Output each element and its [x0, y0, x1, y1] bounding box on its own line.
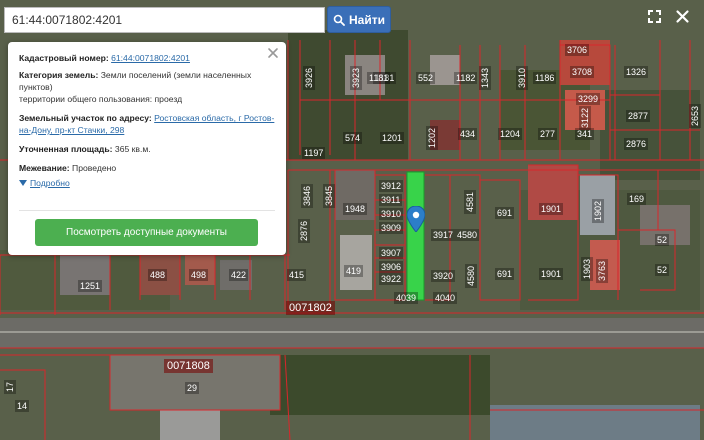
plot-label[interactable]: 4580: [465, 263, 478, 289]
plot-label[interactable]: 1948: [343, 203, 368, 215]
plot-label[interactable]: 498: [189, 269, 209, 281]
details-toggle[interactable]: Подробно: [19, 177, 275, 189]
plot-label[interactable]: 52: [655, 234, 670, 246]
plot-label[interactable]: 3909: [379, 222, 404, 234]
cadastral-number-label: Кадастровый номер:: [19, 53, 109, 63]
area-value: 365 кв.м.: [114, 144, 151, 154]
plot-label[interactable]: 3910: [516, 65, 529, 91]
quarter-label: 0071802: [286, 301, 335, 315]
plot-label[interactable]: 17: [4, 379, 17, 395]
plot-label[interactable]: 1202: [426, 125, 439, 151]
cadastral-number-row: Кадастровый номер: 61:44:0071802:4201: [19, 52, 275, 64]
plot-label[interactable]: 3763: [596, 258, 609, 284]
plot-label[interactable]: 14: [15, 400, 30, 412]
plot-label[interactable]: 1197: [302, 147, 326, 159]
search-button[interactable]: Найти: [327, 6, 391, 33]
land-category-label: Категория земель:: [19, 70, 99, 80]
search-icon: [333, 14, 345, 26]
close-map-button[interactable]: [675, 9, 690, 24]
plot-label[interactable]: 4040: [433, 292, 458, 304]
plot-label[interactable]: 419: [344, 265, 364, 277]
plot-label[interactable]: 3911: [379, 194, 403, 206]
plot-label[interactable]: 1201: [380, 132, 405, 144]
panel-divider: [19, 210, 275, 211]
plot-label[interactable]: 3846: [301, 183, 314, 209]
plot-label[interactable]: 3122: [579, 105, 592, 131]
plot-label[interactable]: 434: [458, 128, 478, 140]
plot-label[interactable]: 1903: [581, 256, 594, 282]
map-marker-icon[interactable]: [407, 206, 425, 232]
plot-label[interactable]: 1902: [592, 198, 605, 224]
plot-label[interactable]: 3708: [570, 66, 595, 78]
plot-label[interactable]: 3926: [303, 65, 316, 91]
plot-label[interactable]: 3299: [576, 93, 601, 105]
cadastral-number-link[interactable]: 61:44:0071802:4201: [111, 53, 190, 63]
land-category-row: Категория земель: Земли поселений (земли…: [19, 69, 275, 105]
expand-button[interactable]: [647, 9, 662, 24]
plot-label[interactable]: 1901: [539, 203, 564, 215]
plot-label[interactable]: 52: [655, 264, 670, 276]
land-usage-value: территории общего пользования: проезд: [19, 94, 183, 104]
close-icon[interactable]: [267, 47, 279, 59]
plot-label[interactable]: 1326: [624, 66, 649, 78]
plot-label[interactable]: 3845: [323, 183, 336, 209]
details-label: Подробно: [30, 178, 70, 188]
plot-label[interactable]: 691: [495, 268, 515, 280]
plot-label[interactable]: 574: [343, 132, 363, 144]
plot-label[interactable]: 3910: [379, 208, 404, 220]
area-label: Уточненная площадь:: [19, 144, 113, 154]
plot-label[interactable]: 3907: [379, 247, 404, 259]
address-row: Земельный участок по адресу: Ростовская …: [19, 112, 275, 136]
plot-label[interactable]: 4580: [455, 229, 480, 241]
plot-label[interactable]: 1251: [78, 280, 103, 292]
plot-label[interactable]: 277: [538, 128, 558, 140]
plot-label[interactable]: 2876: [298, 218, 311, 244]
search-input[interactable]: [4, 7, 325, 33]
view-documents-button[interactable]: Посмотреть доступные документы: [35, 219, 258, 246]
plot-label[interactable]: 691: [495, 207, 515, 219]
plot-label[interactable]: 3912: [379, 180, 404, 192]
survey-value: Проведено: [72, 163, 117, 173]
survey-label: Межевание:: [19, 163, 70, 173]
plot-label[interactable]: 29: [185, 382, 200, 394]
survey-row: Межевание: Проведено: [19, 162, 275, 174]
plot-label[interactable]: 488: [148, 269, 168, 281]
plot-label[interactable]: 3906: [379, 261, 404, 273]
plot-label[interactable]: 1186: [533, 72, 557, 84]
plot-label[interactable]: 3923: [350, 65, 363, 91]
plot-label[interactable]: 3917: [431, 229, 456, 241]
address-label: Земельный участок по адресу:: [19, 113, 152, 123]
plot-label[interactable]: 3920: [431, 270, 456, 282]
parcel-info-panel: Кадастровый номер: 61:44:0071802:4201 Ка…: [8, 42, 286, 255]
plot-label[interactable]: 1181: [367, 72, 391, 84]
plot-label[interactable]: 1182: [454, 72, 478, 84]
expand-icon: [648, 10, 661, 23]
close-icon: [676, 10, 689, 23]
plot-label[interactable]: 1204: [498, 128, 523, 140]
plot-label[interactable]: 1343: [479, 65, 492, 91]
plot-label[interactable]: 552: [416, 72, 436, 84]
area-row: Уточненная площадь: 365 кв.м.: [19, 143, 275, 155]
caret-down-icon: [19, 180, 27, 186]
plot-label[interactable]: 3922: [379, 273, 404, 285]
search-button-label: Найти: [349, 12, 385, 27]
plot-label[interactable]: 2877: [626, 110, 651, 122]
quarter-label: 0071808: [164, 359, 213, 373]
plot-label[interactable]: 415: [287, 269, 307, 281]
plot-label[interactable]: 1901: [539, 268, 564, 280]
plot-label[interactable]: 2876: [624, 138, 649, 150]
plot-label[interactable]: 3706: [565, 44, 590, 56]
plot-label[interactable]: 4581: [464, 189, 477, 215]
plot-label[interactable]: 422: [229, 269, 249, 281]
plot-label[interactable]: 2653: [689, 103, 702, 129]
plot-label[interactable]: 4039: [394, 292, 419, 304]
plot-label[interactable]: 169: [627, 193, 647, 205]
